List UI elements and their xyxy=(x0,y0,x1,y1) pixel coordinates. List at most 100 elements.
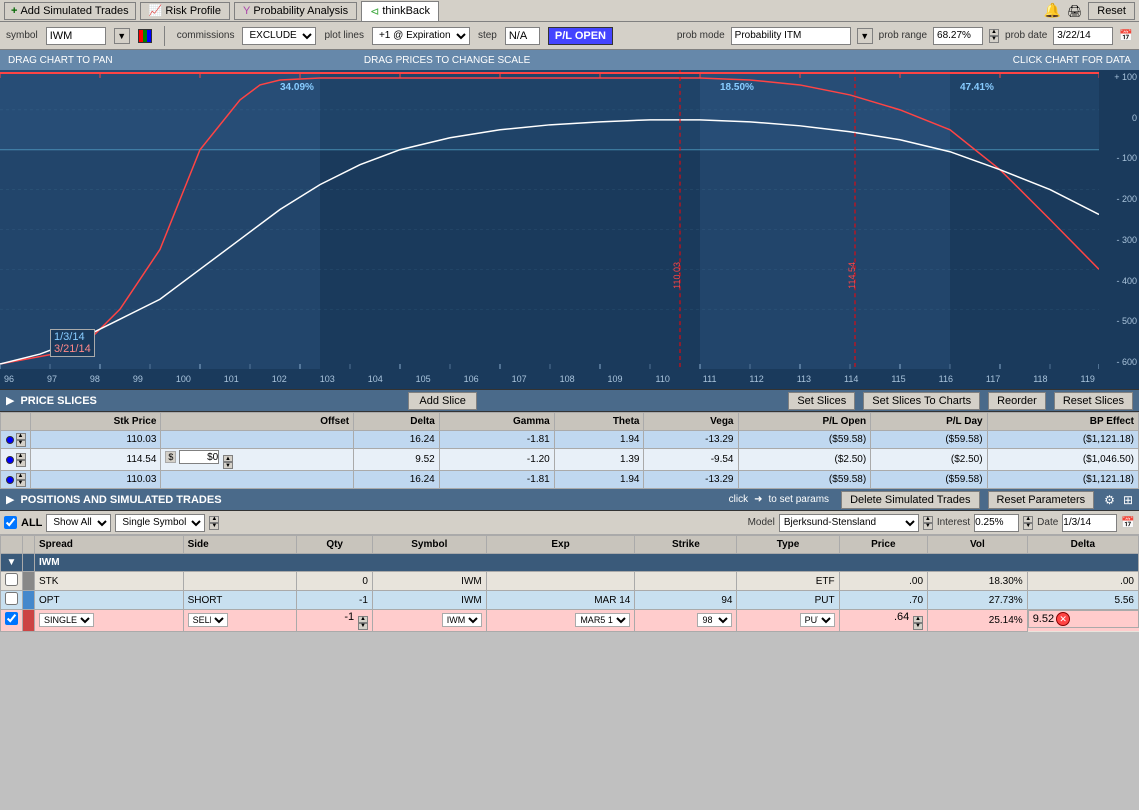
step-input[interactable] xyxy=(505,27,540,45)
commissions-select[interactable]: EXCLUDE xyxy=(242,27,316,45)
date-calendar-icon[interactable]: 📅 xyxy=(1121,516,1135,529)
x-105: 105 xyxy=(416,374,431,384)
group-expand[interactable]: ▼ xyxy=(1,554,23,572)
slice-1-delta: 16.24 xyxy=(354,431,440,449)
stk-side xyxy=(183,572,297,591)
col-bp-effect: BP Effect xyxy=(987,413,1138,431)
pos-row-opt: OPT SHORT -1 IWM MAR 14 94 PUT .70 27.73… xyxy=(1,591,1139,610)
interest-up[interactable]: ▲ xyxy=(1023,516,1033,523)
plot-lines-label: plot lines xyxy=(324,30,363,41)
reset-slices-btn[interactable]: Reset Slices xyxy=(1054,392,1133,410)
chart-area[interactable]: 34.09% 18.50% 47.41% 110.03 114.54 1/3/1… xyxy=(0,70,1139,390)
x-112: 112 xyxy=(749,374,763,384)
single-spread-select[interactable]: SINGLE xyxy=(39,613,94,627)
price-up[interactable]: ▲ xyxy=(913,616,923,623)
all-checkbox[interactable] xyxy=(4,516,17,529)
prob-date-label: prob date xyxy=(1005,30,1047,41)
positions-expand-icon[interactable]: ▶ xyxy=(6,493,14,506)
add-simulated-trades-btn[interactable]: + Add Simulated Trades xyxy=(4,2,136,20)
qty-up[interactable]: ▲ xyxy=(358,616,368,623)
stk-checkbox[interactable] xyxy=(5,573,18,586)
opt-type: PUT xyxy=(737,591,839,610)
interest-down[interactable]: ▼ xyxy=(1023,523,1033,530)
slice2-down[interactable]: ▼ xyxy=(16,460,26,467)
single-exp: MAR5 14 xyxy=(486,610,635,632)
reset-btn[interactable]: Reset xyxy=(1088,2,1135,20)
date-label-1: 1/3/14 xyxy=(54,331,91,343)
single-strike: 98 xyxy=(635,610,737,632)
single-strike-select[interactable]: 98 xyxy=(697,613,732,627)
prob-date-calendar-icon[interactable]: 📅 xyxy=(1119,29,1133,42)
commissions-label: commissions xyxy=(177,30,235,41)
interest-input[interactable] xyxy=(974,514,1019,532)
opt-price: .70 xyxy=(839,591,927,610)
offset-down[interactable]: ▼ xyxy=(223,462,233,469)
single-symbol-select[interactable]: IWM xyxy=(442,613,482,627)
delete-row-btn[interactable]: ✕ xyxy=(1056,612,1070,626)
y-label-100: + 100 xyxy=(1099,72,1139,82)
price-slices-title: PRICE SLICES xyxy=(20,395,96,407)
single-color xyxy=(23,610,35,632)
prob-mode-dropdown[interactable]: ▼ xyxy=(857,28,873,44)
delete-simulated-btn[interactable]: Delete Simulated Trades xyxy=(841,491,979,509)
slice2-up[interactable]: ▲ xyxy=(16,453,26,460)
model-up[interactable]: ▲ xyxy=(923,516,933,523)
x-99: 99 xyxy=(133,374,143,384)
offset-up[interactable]: ▲ xyxy=(223,455,233,462)
add-slice-btn[interactable]: Add Slice xyxy=(408,392,476,410)
expand-arrow-icon[interactable]: ▶ xyxy=(6,394,14,407)
symbol-input[interactable] xyxy=(46,27,106,45)
prob-label-1: 34.09% xyxy=(280,82,314,93)
dollar-s-btn[interactable]: $ xyxy=(165,451,176,463)
gear-icon[interactable]: ⚙ xyxy=(1104,493,1115,507)
set-slices-btn[interactable]: Set Slices xyxy=(788,392,855,410)
show-all-select[interactable]: Show All xyxy=(46,514,111,532)
date2-input[interactable] xyxy=(1062,514,1117,532)
slice1-down[interactable]: ▼ xyxy=(16,440,26,447)
slice3-up[interactable]: ▲ xyxy=(16,473,26,480)
slice-price-1: 110.03 xyxy=(672,262,682,289)
symbol-filter-up[interactable]: ▲ xyxy=(209,516,219,523)
symbol-filter-down[interactable]: ▼ xyxy=(209,523,219,530)
single-type-select[interactable]: PUT xyxy=(800,613,835,627)
chart-icon: 📈 xyxy=(149,4,163,17)
prob-range-down[interactable]: ▼ xyxy=(989,36,999,43)
reorder-btn[interactable]: Reorder xyxy=(988,392,1046,410)
slice3-down[interactable]: ▼ xyxy=(16,480,26,487)
model-select[interactable]: Bjerksund-Stensland xyxy=(779,514,919,532)
stk-color xyxy=(23,572,35,591)
symbol-bar: symbol ▼ commissions EXCLUDE plot lines … xyxy=(0,22,1139,50)
col-symbol: Symbol xyxy=(372,536,486,554)
single-symbol: IWM xyxy=(372,610,486,632)
col-strike: Strike xyxy=(635,536,737,554)
slice1-up[interactable]: ▲ xyxy=(16,433,26,440)
model-down[interactable]: ▼ xyxy=(923,523,933,530)
color-grid-icon[interactable] xyxy=(138,29,152,43)
positions-title: POSITIONS AND SIMULATED TRADES xyxy=(20,494,221,506)
prob-mode-input[interactable] xyxy=(731,27,851,45)
qty-down[interactable]: ▼ xyxy=(358,623,368,630)
arrow-right-icon: ➜ xyxy=(754,494,762,505)
probability-analysis-tab[interactable]: Y Probability Analysis xyxy=(234,2,357,20)
single-side-select[interactable]: SELL xyxy=(188,613,228,627)
click-params-label: click xyxy=(729,494,748,505)
offset-input[interactable] xyxy=(179,450,219,464)
slice-3-delta: 16.24 xyxy=(354,471,440,489)
set-slices-charts-btn[interactable]: Set Slices To Charts xyxy=(863,392,980,410)
pl-open-btn[interactable]: P/L OPEN xyxy=(548,27,613,45)
y-label-neg500: - 500 xyxy=(1099,316,1139,326)
symbol-filter-select[interactable]: Single Symbol xyxy=(115,514,205,532)
single-checkbox[interactable] xyxy=(5,612,18,625)
risk-profile-tab[interactable]: 📈 Risk Profile xyxy=(140,2,230,20)
prob-range-up[interactable]: ▲ xyxy=(989,29,999,36)
thinkback-tab[interactable]: ⊲ thinkBack xyxy=(361,1,439,21)
single-exp-select[interactable]: MAR5 14 xyxy=(575,613,630,627)
prob-range-input[interactable] xyxy=(933,27,983,45)
expand-icon[interactable]: ⊞ xyxy=(1123,493,1133,507)
opt-checkbox[interactable] xyxy=(5,592,18,605)
symbol-dropdown-btn[interactable]: ▼ xyxy=(114,28,130,44)
prob-date-input[interactable] xyxy=(1053,27,1113,45)
reset-parameters-btn[interactable]: Reset Parameters xyxy=(988,491,1095,509)
price-down[interactable]: ▼ xyxy=(913,623,923,630)
plot-lines-select[interactable]: +1 @ Expiration xyxy=(372,27,470,45)
